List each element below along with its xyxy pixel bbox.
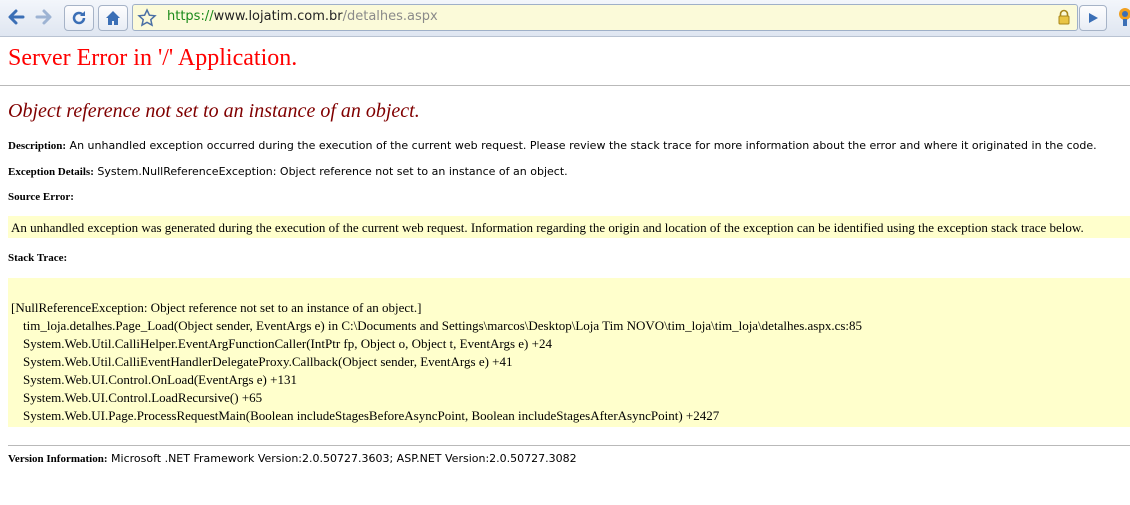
reload-icon <box>72 11 86 25</box>
version-info-line: Version Information: Microsoft .NET Fram… <box>8 452 577 465</box>
error-page: Server Error in '/' Application. Object … <box>0 36 1130 465</box>
source-error-box: An unhandled exception was generated dur… <box>8 216 1130 238</box>
stack-trace-line: System.Web.UI.Control.LoadRecursive() +6… <box>23 390 263 405</box>
stack-trace-line: System.Web.UI.Control.OnLoad(EventArgs e… <box>23 372 297 387</box>
version-info-label: Version Information: <box>8 453 108 465</box>
forward-button[interactable] <box>32 5 56 29</box>
reload-button[interactable] <box>64 5 94 31</box>
exception-details-label: Exception Details: <box>8 166 94 178</box>
title-divider <box>0 85 1130 86</box>
version-info-text: Microsoft .NET Framework Version:2.0.507… <box>111 452 577 465</box>
go-button[interactable] <box>1079 5 1107 31</box>
play-icon <box>1089 13 1098 23</box>
lock-icon[interactable] <box>1056 9 1072 25</box>
arrow-left-icon <box>8 9 25 25</box>
arrow-right-icon <box>35 9 52 25</box>
home-icon <box>106 11 120 25</box>
description-line: Description: An unhandled exception occu… <box>8 139 1097 152</box>
url-text[interactable]: https://www.lojatim.com.br/detalhes.aspx <box>167 9 438 24</box>
stack-trace-line: [NullReferenceException: Object referenc… <box>11 300 422 315</box>
source-error-text: An unhandled exception was generated dur… <box>11 220 1084 235</box>
address-bar[interactable]: https://www.lojatim.com.br/detalhes.aspx <box>132 4 1078 31</box>
version-divider <box>8 445 1130 446</box>
browser-toolbar: https://www.lojatim.com.br/detalhes.aspx <box>0 0 1130 37</box>
stack-trace-box: [NullReferenceException: Object referenc… <box>8 278 1130 427</box>
back-button[interactable] <box>4 5 28 29</box>
stack-trace-line: tim_loja.detalhes.Page_Load(Object sende… <box>23 318 863 333</box>
stack-trace-label: Stack Trace: <box>8 252 68 264</box>
home-button[interactable] <box>98 5 128 31</box>
stack-trace-line: System.Web.UI.Page.ProcessRequestMain(Bo… <box>23 408 720 423</box>
stack-trace-line: System.Web.Util.CalliHelper.EventArgFunc… <box>23 336 552 351</box>
description-label: Description: <box>8 140 67 152</box>
url-scheme: https:// <box>167 9 214 24</box>
url-host: www.lojatim.com.br <box>213 9 343 24</box>
exception-details-line: Exception Details: System.NullReferenceE… <box>8 165 568 178</box>
extension-icon[interactable] <box>1116 7 1130 27</box>
description-text: An unhandled exception occurred during t… <box>69 139 1097 152</box>
error-message: Object reference not set to an instance … <box>8 100 420 122</box>
page-title: Server Error in '/' Application. <box>8 45 298 71</box>
stack-trace-line: System.Web.Util.CalliEventHandlerDelegat… <box>23 354 513 369</box>
source-error-label: Source Error: <box>8 191 74 203</box>
url-path: /detalhes.aspx <box>342 9 438 24</box>
exception-details-text: System.NullReferenceException: Object re… <box>97 165 568 178</box>
bookmark-star-icon[interactable] <box>137 8 157 28</box>
